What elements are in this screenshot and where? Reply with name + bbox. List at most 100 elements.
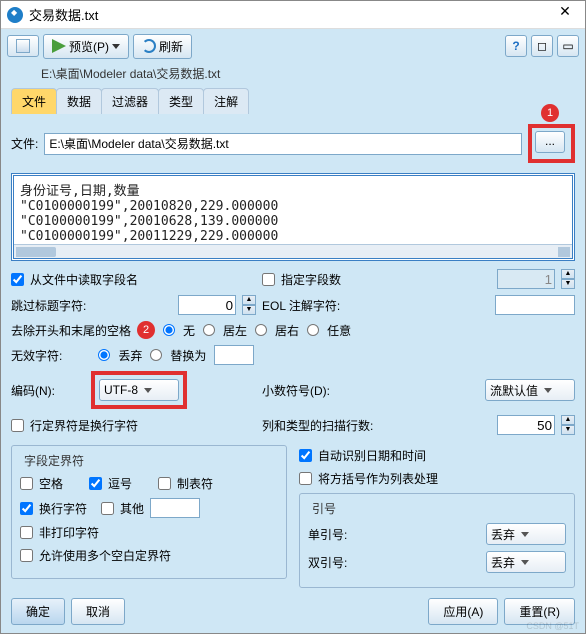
chevron-down-icon (544, 388, 552, 393)
strip-right-label: 居右 (275, 322, 299, 339)
specify-fields-value (497, 269, 555, 289)
app-icon (7, 7, 23, 23)
bracket-list-check[interactable] (299, 472, 312, 485)
delim-space-label: 空格 (39, 475, 63, 492)
delim-other-check[interactable] (101, 502, 114, 515)
row-delim-label: 行定界符是换行字符 (30, 417, 138, 434)
browse-button[interactable]: ... (535, 131, 565, 153)
tab-data[interactable]: 数据 (56, 88, 102, 114)
read-fieldnames-check[interactable] (11, 273, 24, 286)
invalid-replace-radio[interactable] (150, 349, 162, 361)
specify-fields-label: 指定字段数 (281, 271, 341, 288)
spin-up[interactable]: ▲ (242, 295, 256, 305)
document-button[interactable] (7, 35, 39, 57)
delimiter-fieldset: 字段定界符 空格 逗号 制表符 换行字符 其他 非打印字符 允许使用多个空白定界… (11, 445, 287, 579)
file-input[interactable] (44, 133, 522, 155)
single-quote-value: 丢弃 (491, 526, 515, 543)
strip-right-radio[interactable] (255, 324, 267, 336)
delim-other-label: 其他 (120, 500, 144, 517)
preview-line: "C0100000199",20011229,229.000000 (20, 229, 566, 244)
spin-down[interactable]: ▼ (561, 279, 575, 289)
browse-highlight: ... (528, 124, 575, 163)
tab-filter[interactable]: 过滤器 (101, 88, 159, 114)
callout-2: 2 (137, 321, 155, 339)
invalid-replace-label: 替换为 (170, 347, 206, 364)
encoding-highlight: UTF-8 (91, 371, 187, 409)
single-quote-combo[interactable]: 丢弃 (486, 523, 566, 545)
footer: 确定 取消 应用(A) 重置(R) (11, 598, 575, 625)
delim-newline-label: 换行字符 (39, 500, 87, 517)
encoding-combo[interactable]: UTF-8 (99, 379, 179, 401)
eol-comment-label: EOL 注解字符: (262, 297, 340, 314)
ok-button[interactable]: 确定 (11, 598, 65, 625)
spin-down[interactable]: ▼ (242, 305, 256, 315)
preview-label: 预览(P) (69, 38, 109, 55)
refresh-icon (142, 39, 156, 53)
delim-space-check[interactable] (20, 477, 33, 490)
cancel-button[interactable]: 取消 (71, 598, 125, 625)
delim-newline-check[interactable] (20, 502, 33, 515)
strip-label: 去除开头和末尾的空格 (11, 322, 131, 339)
decimal-combo[interactable]: 流默认值 (485, 379, 575, 401)
strip-none-radio[interactable] (163, 324, 175, 336)
double-quote-combo[interactable]: 丢弃 (486, 551, 566, 573)
tab-file[interactable]: 文件 (11, 88, 57, 114)
encoding-value: UTF-8 (104, 383, 138, 397)
document-icon (16, 39, 30, 53)
options-form: 从文件中读取字段名 指定字段数 ▲▼ 跳过标题字符: ▲▼ EOL 注解字符: … (11, 269, 575, 588)
preview-button[interactable]: 预览(P) (43, 34, 129, 59)
chevron-down-icon (521, 560, 529, 565)
decimal-value: 流默认值 (490, 382, 538, 399)
quotes-fieldset: 引号 单引号: 丢弃 双引号: 丢弃 (299, 493, 575, 588)
invalid-discard-label: 丢弃 (118, 347, 142, 364)
strip-left-label: 居左 (223, 322, 247, 339)
chevron-down-icon (521, 532, 529, 537)
callout-1: 1 (541, 104, 559, 122)
single-quote-label: 单引号: (308, 526, 347, 543)
delimiter-legend: 字段定界符 (20, 452, 88, 469)
scan-value[interactable] (497, 415, 555, 435)
h-scrollbar[interactable] (14, 244, 572, 258)
apply-button[interactable]: 应用(A) (428, 598, 498, 625)
preview-line: "C0100000199",20010628,139.000000 (20, 214, 566, 229)
tab-type[interactable]: 类型 (158, 88, 204, 114)
spin-down[interactable]: ▼ (561, 425, 575, 435)
bracket-list-label: 将方括号作为列表处理 (318, 470, 438, 487)
delim-tab-check[interactable] (158, 477, 171, 490)
scan-label: 列和类型的扫描行数: (262, 417, 373, 434)
double-quote-value: 丢弃 (491, 554, 515, 571)
tab-body: 1 文件: ... 身份证号,日期,数量 "C0100000199",20010… (1, 114, 585, 598)
delim-multiblank-check[interactable] (20, 549, 33, 562)
spin-up[interactable]: ▲ (561, 415, 575, 425)
file-row: 1 文件: ... (11, 124, 575, 163)
invalid-label: 无效字符: (11, 347, 62, 364)
strip-left-radio[interactable] (203, 324, 215, 336)
close-button[interactable]: ✕ (551, 3, 579, 27)
invalid-replace-input[interactable] (214, 345, 254, 365)
skip-header-label: 跳过标题字符: (11, 297, 86, 314)
delim-comma-check[interactable] (89, 477, 102, 490)
delim-nonprint-check[interactable] (20, 526, 33, 539)
specify-fields-check[interactable] (262, 273, 275, 286)
window-square-button[interactable]: ◻ (531, 35, 553, 57)
strip-any-label: 任意 (327, 322, 351, 339)
strip-any-radio[interactable] (307, 324, 319, 336)
skip-header-value[interactable] (178, 295, 236, 315)
delim-tab-label: 制表符 (177, 475, 213, 492)
row-delim-check[interactable] (11, 419, 24, 432)
encoding-label: 编码(N): (11, 382, 55, 399)
spin-up[interactable]: ▲ (561, 269, 575, 279)
preview-line: 身份证号,日期,数量 (20, 180, 566, 199)
delim-comma-label: 逗号 (108, 475, 132, 492)
chevron-down-icon (112, 44, 120, 49)
help-button[interactable]: ? (505, 35, 527, 57)
eol-comment-input[interactable] (495, 295, 575, 315)
auto-date-check[interactable] (299, 449, 312, 462)
invalid-discard-radio[interactable] (98, 349, 110, 361)
tab-annotation[interactable]: 注解 (203, 88, 249, 114)
refresh-button[interactable]: 刷新 (133, 34, 192, 59)
window-expand-button[interactable]: ▭ (557, 35, 579, 57)
path-display: E:\桌面\Modeler data\交易数据.txt (1, 63, 585, 88)
strip-none-label: 无 (183, 322, 195, 339)
watermark: CSDN @51T (526, 621, 579, 631)
